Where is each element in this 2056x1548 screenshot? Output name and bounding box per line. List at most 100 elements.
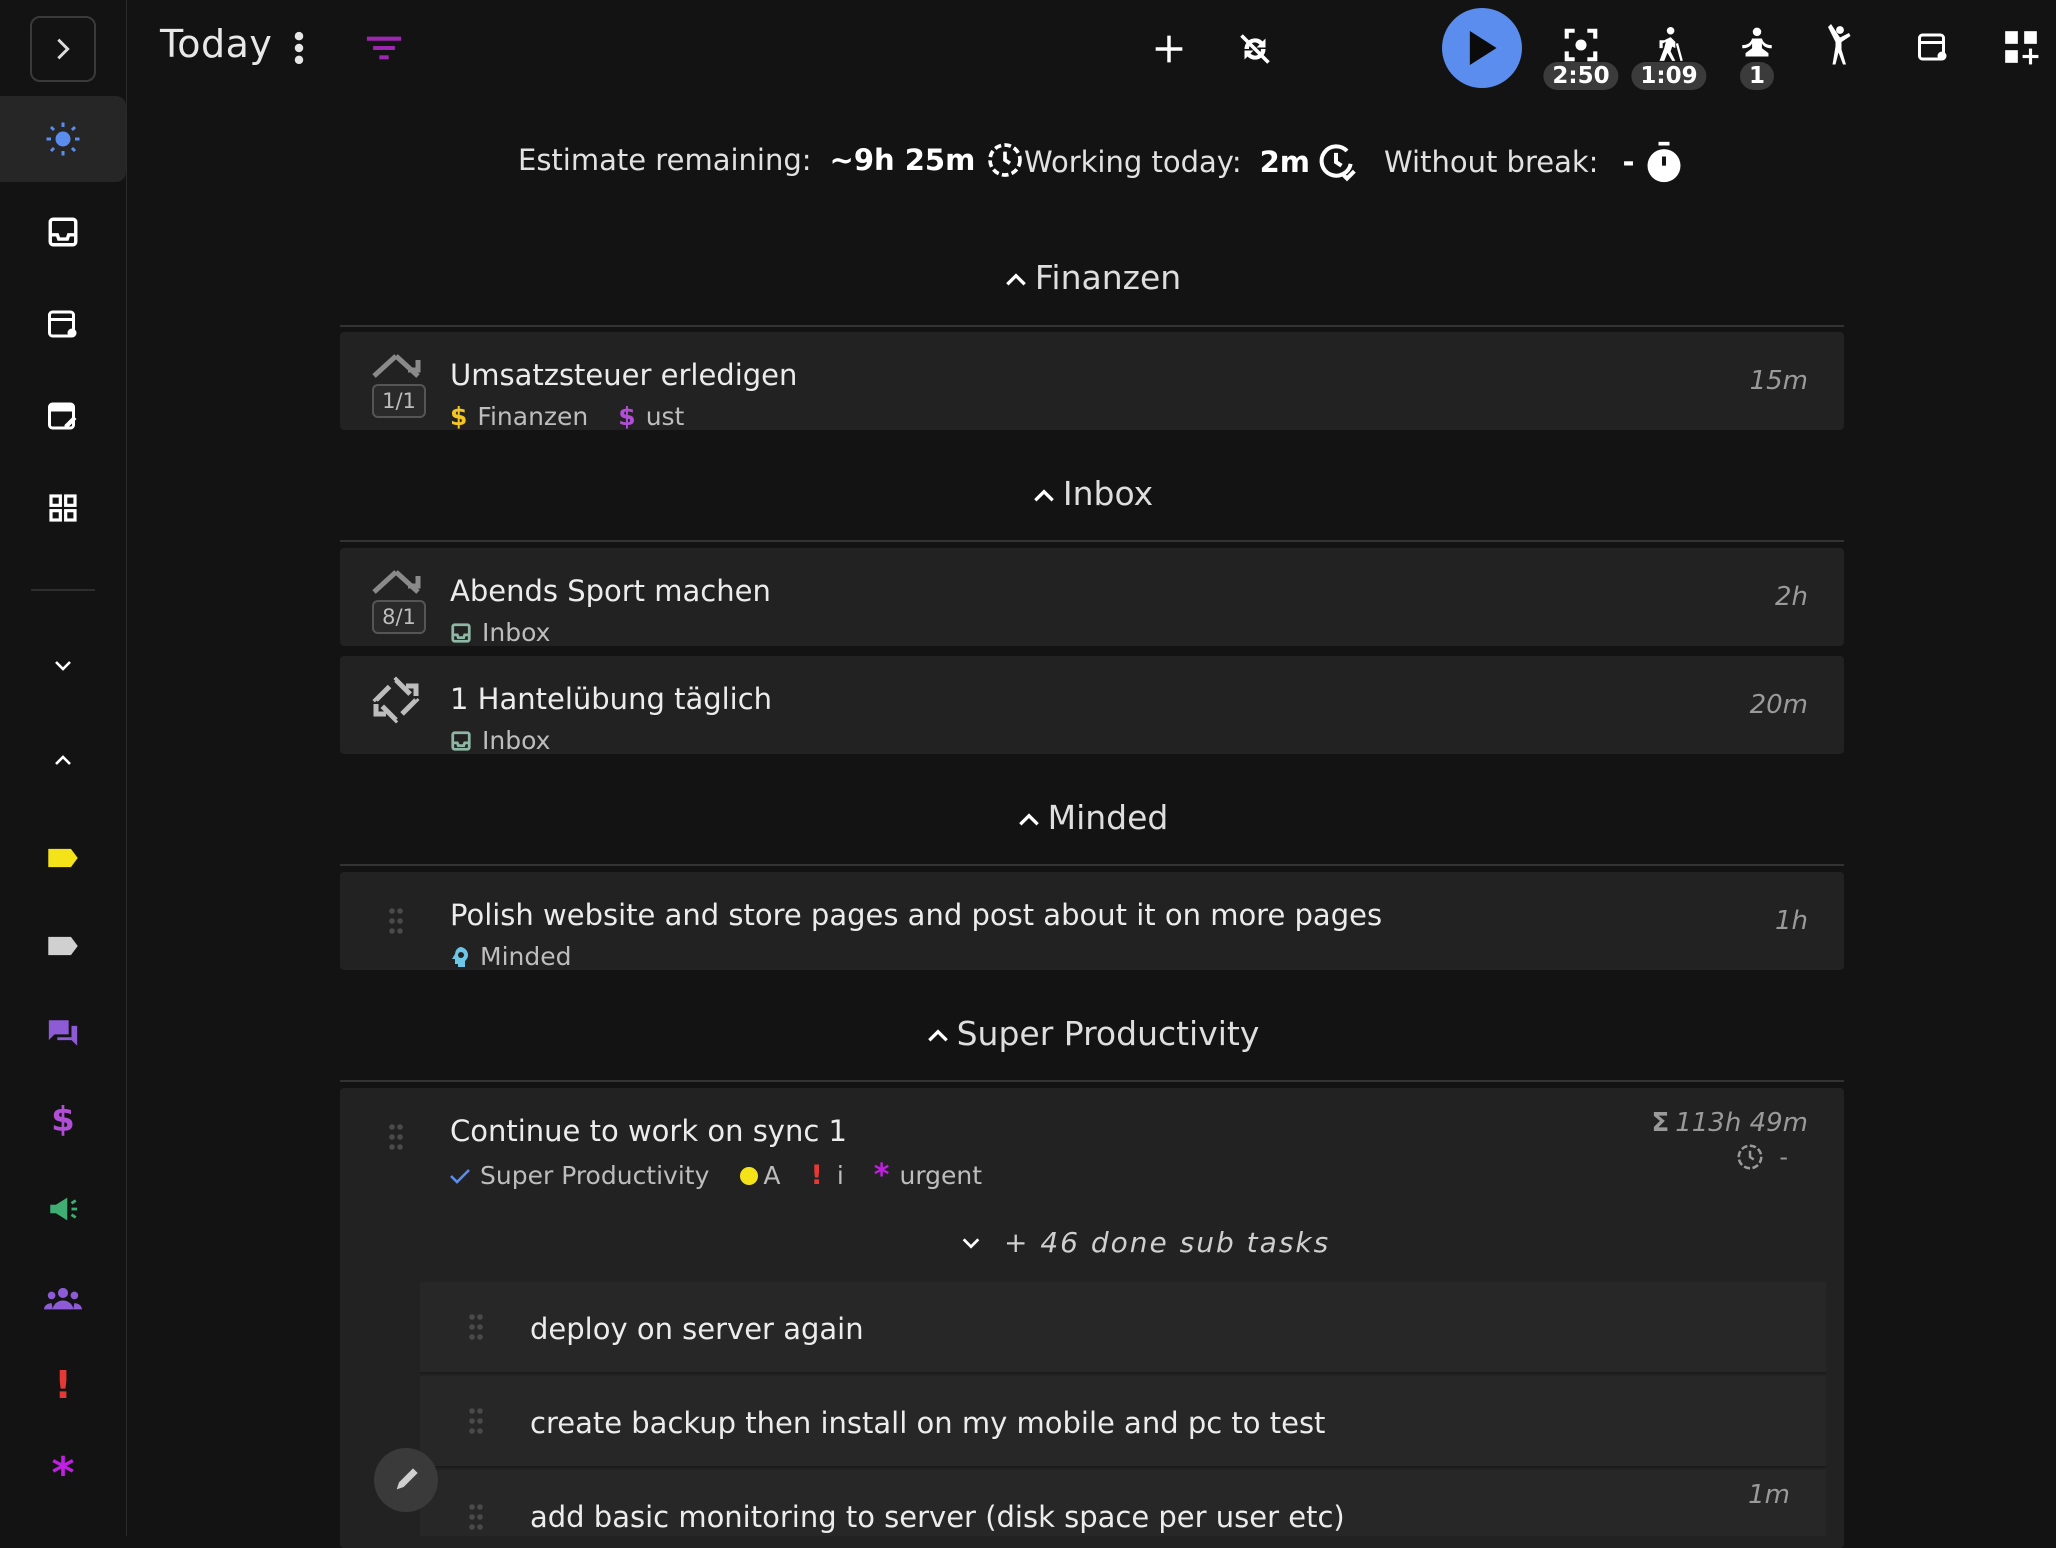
task-item[interactable]: 8/1 Abends Sport machen Inbox 2h — [340, 548, 1844, 647]
sidebar-item-planner[interactable] — [0, 281, 126, 367]
label-icon — [48, 936, 78, 956]
drag-handle-icon[interactable] — [388, 906, 404, 936]
project-tag[interactable]: Minded — [450, 942, 571, 971]
tags-toggle[interactable] — [0, 718, 126, 804]
sidebar-tag-urgent[interactable]: * — [0, 1430, 126, 1516]
project-tag[interactable]: Inbox — [450, 726, 550, 755]
subtask-item[interactable]: deploy on server again — [420, 1282, 1826, 1374]
done-subtasks-toggle[interactable]: + 46 done sub tasks — [960, 1226, 1330, 1259]
add-widget-button[interactable] — [1996, 22, 2046, 72]
sidebar-tag-forum[interactable] — [0, 990, 126, 1076]
sidebar: $ ! * — [0, 0, 127, 1536]
stretch-reminder-button[interactable] — [1818, 20, 1868, 70]
asterisk-icon: * — [51, 1447, 75, 1499]
clock-check-icon — [1319, 144, 1356, 182]
drag-handle-icon[interactable] — [468, 1406, 484, 1436]
work-stats: Estimate remaining: ~9h 25m Working toda… — [0, 140, 2056, 190]
tag[interactable]: $ ust — [618, 402, 684, 431]
tag-label: A — [763, 1161, 781, 1190]
estimate-remaining: Estimate remaining: ~9h 25m — [518, 140, 1025, 180]
sidebar-item-schedule[interactable] — [0, 373, 126, 459]
inbox-icon — [451, 730, 471, 751]
subtask-title[interactable]: add basic monitoring to server (disk spa… — [530, 1500, 1345, 1534]
group-header-inbox[interactable]: Inbox — [340, 474, 1844, 513]
sync-disabled-icon — [1240, 34, 1270, 64]
filter-button[interactable] — [362, 26, 406, 70]
subtask-item[interactable]: add basic monitoring to server (disk spa… — [420, 1470, 1826, 1536]
check-icon — [450, 1168, 470, 1184]
calendar-edit-icon — [48, 402, 77, 430]
group-divider — [340, 540, 1844, 542]
project-tag[interactable]: Inbox — [450, 618, 550, 647]
subtask-title[interactable]: create backup then install on my mobile … — [530, 1406, 1325, 1440]
sidebar-tag-people[interactable] — [0, 1255, 126, 1341]
sidebar-tag-yellow[interactable] — [0, 815, 126, 901]
task-item[interactable]: Polish website and store pages and post … — [340, 872, 1844, 971]
focus-mode-button[interactable]: 2:50 — [1543, 20, 1619, 90]
sidebar-item-inbox[interactable] — [0, 189, 126, 275]
inbox-icon — [48, 217, 78, 247]
subtask-estimate: 1m — [1748, 1480, 1790, 1510]
calendar-sun-icon — [1918, 33, 1947, 61]
exclamation-icon: ! — [54, 1363, 72, 1407]
inbox-icon — [451, 622, 471, 643]
chevron-down-icon — [55, 661, 71, 671]
schedule-day-button[interactable] — [1908, 22, 1958, 72]
task-title[interactable]: Umsatzsteuer erledigen — [450, 358, 797, 392]
sync-button[interactable] — [1230, 24, 1280, 74]
calendar-sun-icon — [48, 310, 77, 338]
tag[interactable]: * urgent — [874, 1158, 982, 1193]
done-subtasks-label: + 46 done sub tasks — [1004, 1226, 1331, 1259]
history-icon — [1737, 1144, 1763, 1170]
add-task-button[interactable] — [1144, 24, 1194, 74]
context-menu-button[interactable] — [284, 26, 314, 70]
task-item[interactable]: 1 Hantelübung täglich Inbox 20m — [340, 656, 1844, 755]
sidebar-tag-important[interactable]: ! — [0, 1342, 126, 1428]
chevron-down-icon — [962, 1237, 980, 1249]
expand-sidebar-button[interactable] — [30, 16, 96, 82]
estimate-label: Estimate remaining: — [518, 143, 812, 177]
group-header-minded[interactable]: Minded — [340, 798, 1844, 837]
group-header-finanzen[interactable]: Finanzen — [340, 258, 1844, 297]
sigma-icon: Σ — [1651, 1108, 1670, 1138]
task-title[interactable]: Polish website and store pages and post … — [450, 898, 1382, 932]
chevron-right-icon — [57, 38, 70, 60]
sidebar-item-boards[interactable] — [0, 465, 126, 551]
project-tag[interactable]: $ Finanzen — [450, 402, 588, 431]
tag[interactable]: ! i — [811, 1160, 844, 1191]
play-button[interactable] — [1442, 8, 1522, 88]
sidebar-divider — [31, 589, 95, 591]
drag-handle-icon[interactable] — [388, 1122, 404, 1152]
group-header-super-productivity[interactable]: Super Productivity — [340, 1014, 1844, 1053]
chevron-up-icon — [1006, 272, 1026, 285]
filter-list-icon — [366, 36, 402, 60]
sidebar-tag-announce[interactable] — [0, 1166, 126, 1252]
task-estimate: 20m — [1749, 690, 1808, 720]
sidebar-tag-grey[interactable] — [0, 903, 126, 989]
tag-label: Minded — [480, 942, 572, 971]
drag-handle-icon[interactable] — [468, 1502, 484, 1532]
group-title: Super Productivity — [956, 1014, 1260, 1053]
subtask-title[interactable]: deploy on server again — [530, 1312, 864, 1346]
repeat-count-badge: 8/1 — [372, 600, 426, 634]
tag[interactable]: A — [739, 1161, 781, 1190]
project-tag[interactable]: Super Productivity — [450, 1161, 709, 1190]
subtask-item[interactable]: create backup then install on my mobile … — [420, 1376, 1826, 1468]
estimate-total: 113h 49m — [1675, 1108, 1808, 1138]
task-title[interactable]: Continue to work on sync 1 — [450, 1114, 847, 1148]
walk-reminder-button[interactable]: 1:09 — [1631, 20, 1707, 90]
sidebar-tag-finance[interactable]: $ — [0, 1077, 126, 1163]
edit-fab-button[interactable] — [374, 1448, 438, 1512]
projects-toggle[interactable] — [0, 622, 126, 708]
exclamation-icon: ! — [810, 1160, 823, 1191]
task-title[interactable]: 1 Hantelübung täglich — [450, 682, 772, 716]
meditation-button[interactable]: 1 — [1732, 20, 1782, 90]
break-label: Without break: — [1384, 145, 1599, 179]
task-tags: $ Finanzen $ ust — [450, 402, 714, 431]
repeat-icon — [372, 676, 420, 724]
drag-handle-icon[interactable] — [468, 1312, 484, 1342]
task-tags: Super Productivity A ! i * urgent — [450, 1158, 1012, 1193]
estimate-value: ~9h 25m — [829, 143, 976, 177]
task-item[interactable]: 1/1 Umsatzsteuer erledigen $ Finanzen $ us… — [340, 332, 1844, 431]
task-title[interactable]: Abends Sport machen — [450, 574, 771, 608]
